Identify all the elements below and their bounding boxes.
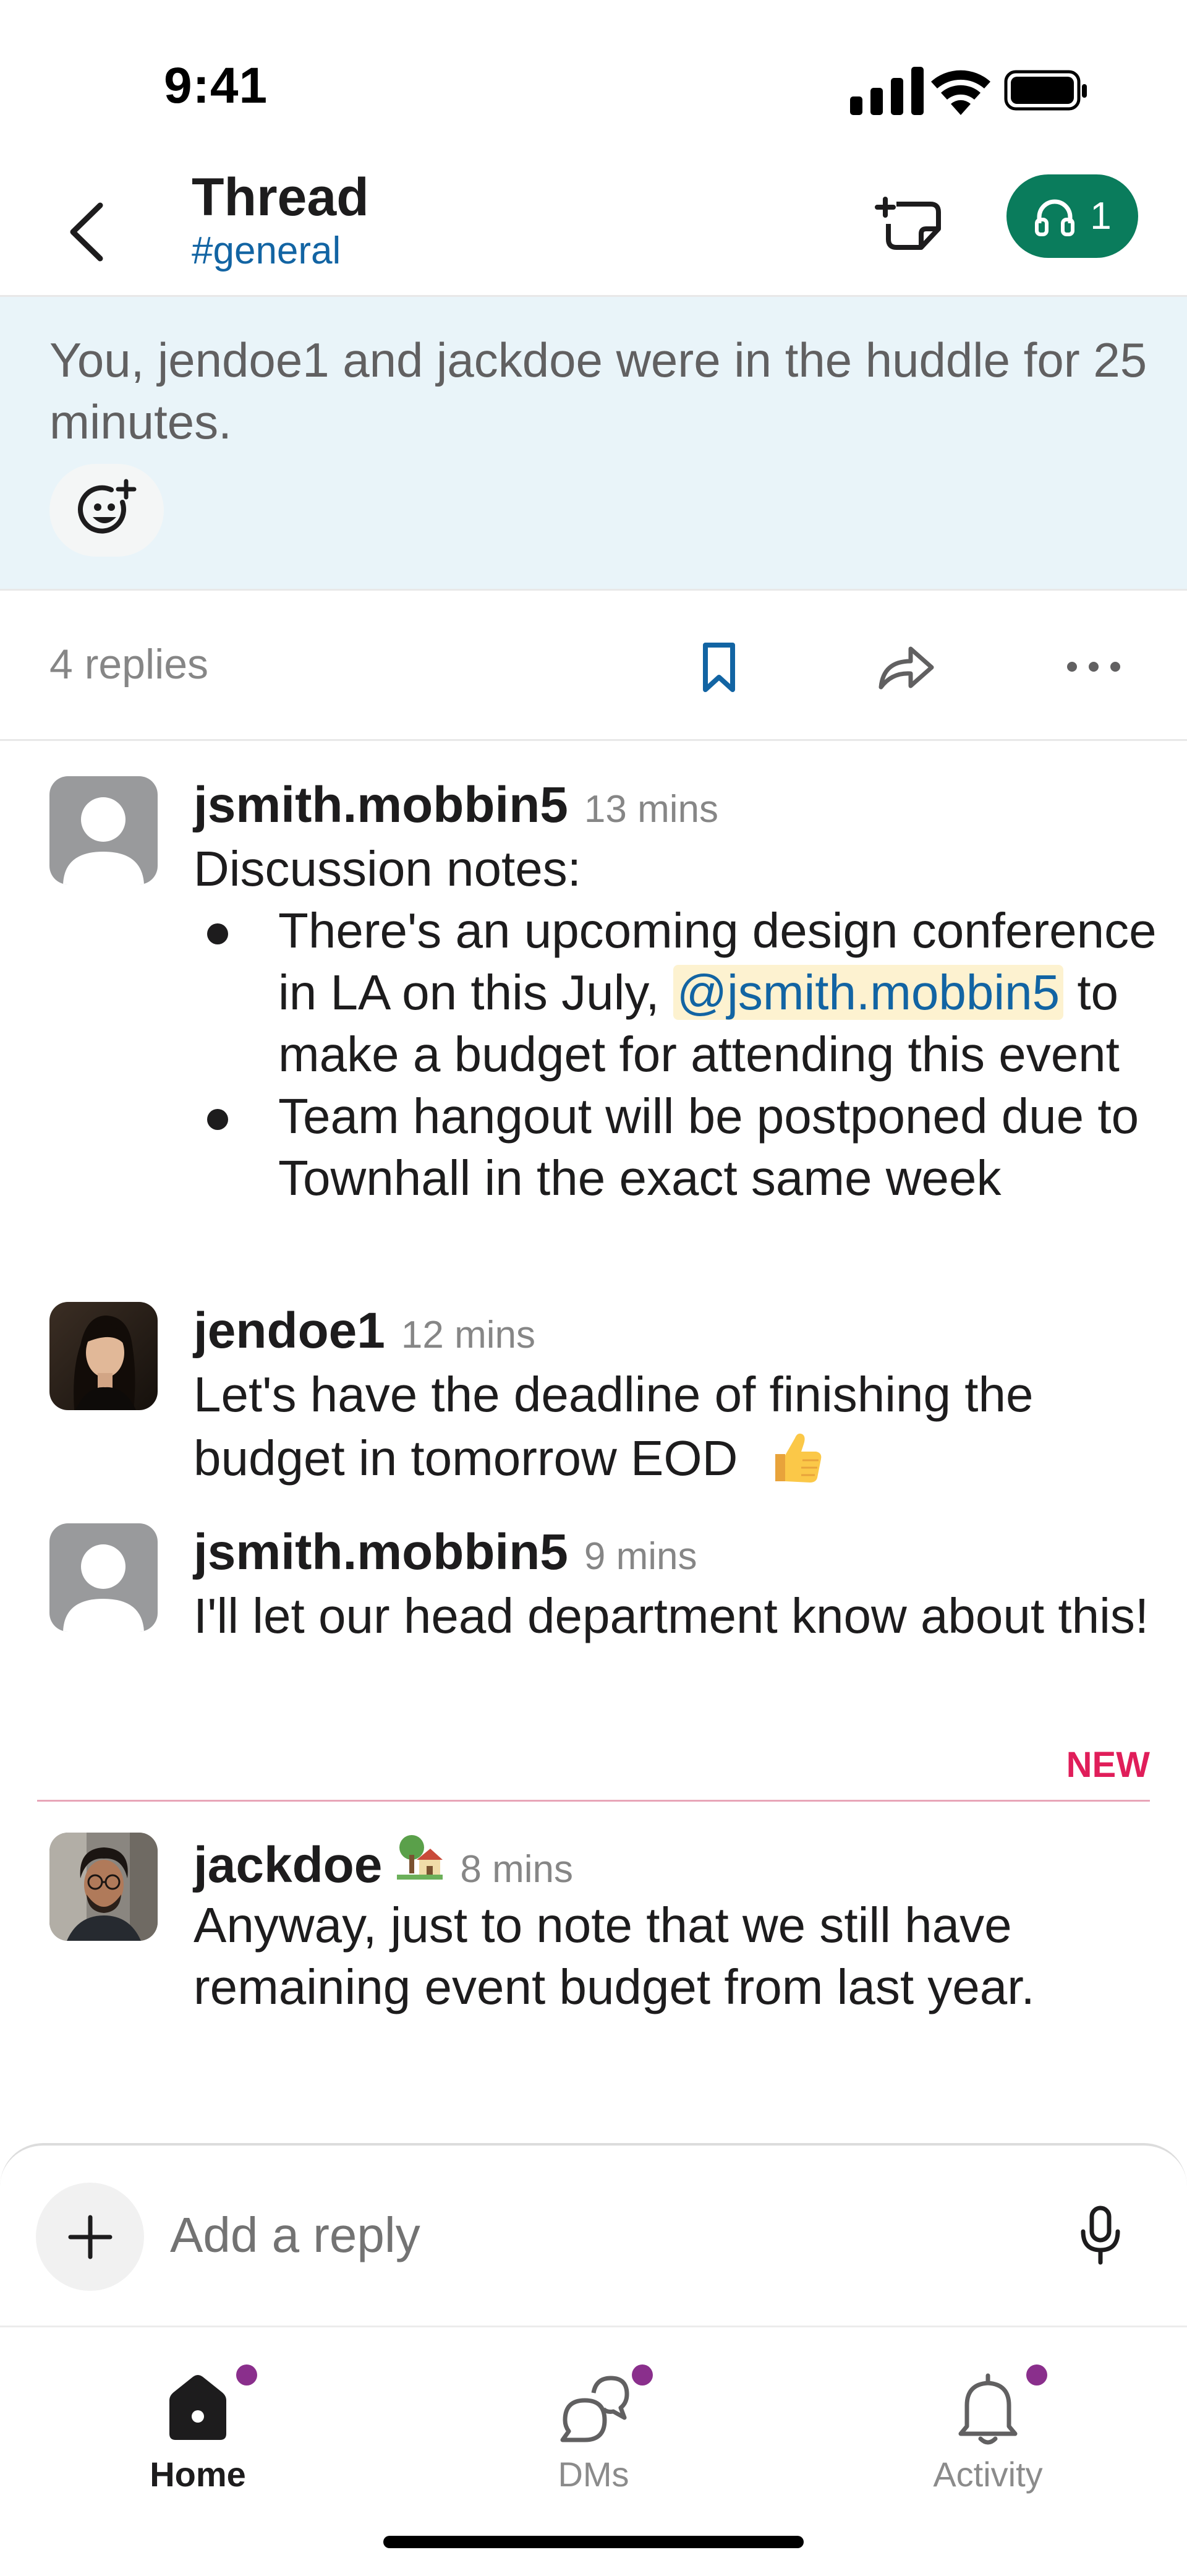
add-reaction-button[interactable] xyxy=(49,464,164,557)
message-time: 8 mins xyxy=(460,1848,573,1891)
cellular-signal-icon xyxy=(850,67,924,115)
message-author[interactable]: jsmith.mobbin5 xyxy=(194,776,568,834)
thread-header: Thread #general 1 xyxy=(0,167,1187,296)
bullet-text: Team hangout will be postponed due to To… xyxy=(278,1089,1139,1205)
avatar[interactable] xyxy=(49,1302,158,1410)
page-title: Thread xyxy=(192,168,369,227)
thumbs-up-icon xyxy=(775,1433,821,1483)
message-item[interactable]: jendoe1 12 mins Let's have the deadline … xyxy=(0,1302,1187,1506)
tab-label: Activity xyxy=(933,2455,1043,2494)
unread-dot xyxy=(632,2364,653,2386)
message-text: Discussion notes: xyxy=(194,841,581,896)
dms-icon xyxy=(560,2376,629,2442)
bullet-list: There's an upcoming design conference in… xyxy=(194,900,1158,1209)
more-button[interactable] xyxy=(1060,633,1128,701)
new-messages-divider xyxy=(37,1800,1150,1802)
tab-label: Home xyxy=(150,2455,246,2494)
battery-icon xyxy=(1004,70,1087,111)
plus-icon xyxy=(68,2215,112,2259)
message-item[interactable]: jackdoe 8 mins Anyway, just to note that… xyxy=(0,1833,1187,2037)
reply-composer xyxy=(0,2143,1187,2326)
canvas-add-icon xyxy=(875,197,941,250)
message-header: jsmith.mobbin5 9 mins xyxy=(194,1523,697,1582)
reply-input[interactable] xyxy=(170,2195,1005,2275)
microphone-icon xyxy=(1081,2206,1120,2265)
back-button[interactable] xyxy=(62,192,111,272)
tab-home[interactable]: Home xyxy=(74,2340,321,2501)
message-body: Let's have the deadline of finishing the… xyxy=(194,1364,1158,1489)
message-author[interactable]: jackdoe xyxy=(194,1836,382,1894)
message-header: jackdoe 8 mins xyxy=(194,1833,573,1894)
home-indicator xyxy=(383,2536,804,2548)
unread-dot xyxy=(1026,2364,1047,2386)
message-body: Discussion notes: There's an upcoming de… xyxy=(194,838,1158,1209)
default-avatar-icon xyxy=(49,776,158,884)
status-time: 9:41 xyxy=(164,58,268,114)
parent-message: You, jendoe1 and jackdoe were in the hud… xyxy=(0,297,1187,589)
share-arrow-icon xyxy=(879,646,934,690)
tab-dms[interactable]: DMs xyxy=(470,2340,717,2501)
tab-label: DMs xyxy=(558,2455,629,2494)
message-item[interactable]: jsmith.mobbin5 13 mins Discussion notes:… xyxy=(0,776,1187,1271)
avatar[interactable] xyxy=(49,1523,158,1632)
add-emoji-icon xyxy=(77,479,136,534)
huddle-participant-count: 1 xyxy=(1090,195,1112,237)
avatar[interactable] xyxy=(49,776,158,884)
user-photo-avatar xyxy=(49,1833,158,1941)
unread-dot xyxy=(236,2364,257,2386)
parent-message-text: You, jendoe1 and jackdoe were in the hud… xyxy=(49,333,1147,449)
replies-count: 4 replies xyxy=(49,641,209,688)
replies-divider xyxy=(0,739,1187,741)
share-button[interactable] xyxy=(872,633,940,701)
user-photo-avatar xyxy=(49,1302,158,1410)
wifi-icon xyxy=(931,70,990,115)
chevron-left-icon xyxy=(70,202,103,262)
status-icons xyxy=(850,67,1087,115)
channel-link[interactable]: #general xyxy=(192,229,341,273)
tab-activity[interactable]: Activity xyxy=(864,2340,1112,2501)
ellipsis-icon xyxy=(1067,662,1120,672)
headphones-icon xyxy=(1035,199,1075,236)
huddle-notes-button[interactable] xyxy=(872,186,952,266)
user-mention[interactable]: @jsmith.mobbin5 xyxy=(673,965,1064,1020)
avatar[interactable] xyxy=(49,1833,158,1941)
default-avatar-icon xyxy=(49,1523,158,1632)
message-header: jendoe1 12 mins xyxy=(194,1302,535,1361)
status-bar: 9:41 xyxy=(0,0,1187,167)
save-button[interactable] xyxy=(685,633,753,701)
house-with-garden-icon xyxy=(397,1835,443,1880)
message-text: I'll let our head department know about … xyxy=(194,1588,1149,1643)
message-time: 13 mins xyxy=(584,788,719,831)
message-header: jsmith.mobbin5 13 mins xyxy=(194,776,718,835)
bell-icon xyxy=(958,2373,1018,2445)
message-author[interactable]: jsmith.mobbin5 xyxy=(194,1523,568,1581)
bullet-item: Team hangout will be postponed due to To… xyxy=(194,1085,1158,1209)
message-text: Anyway, just to note that we still have … xyxy=(194,1898,1035,2014)
attach-button[interactable] xyxy=(36,2183,144,2291)
message-author[interactable]: jendoe1 xyxy=(194,1302,385,1360)
bullet-item: There's an upcoming design conference in… xyxy=(194,900,1158,1085)
thread-actions-bar: 4 replies xyxy=(0,591,1187,739)
message-time: 12 mins xyxy=(401,1314,535,1356)
message-time: 9 mins xyxy=(584,1535,697,1578)
message-item[interactable]: jsmith.mobbin5 9 mins I'll let our head … xyxy=(0,1523,1187,1727)
microphone-button[interactable] xyxy=(1066,2195,1134,2275)
new-messages-label: NEW xyxy=(1066,1745,1150,1785)
huddle-button[interactable]: 1 xyxy=(1006,174,1138,258)
home-icon xyxy=(169,2375,226,2440)
message-text: Let's have the deadline of finishing the… xyxy=(194,1367,1034,1486)
bookmark-icon xyxy=(703,643,735,692)
